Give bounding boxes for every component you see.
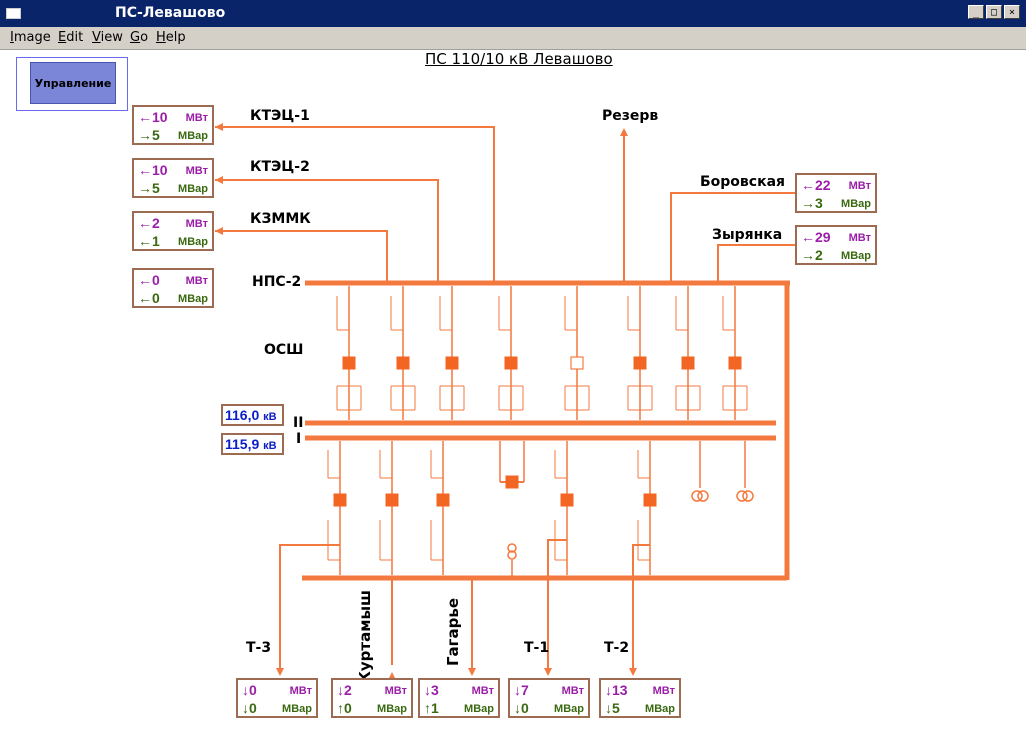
- label-kzmmk: КЗММК: [250, 211, 311, 227]
- label-kurtamysh: Куртамыш: [356, 590, 374, 684]
- label-ktec1: КТЭЦ-1: [250, 108, 310, 124]
- t1-arrow-icon: [544, 668, 552, 676]
- feed-t3-line: [279, 544, 340, 670]
- label-zyryanka: Зырянка: [712, 227, 783, 243]
- t2-arrow-icon: [629, 668, 637, 676]
- feed-zyryanka-line: [717, 244, 795, 283]
- power-box-t2: ↓13 МВт ↓5 МВар: [599, 678, 681, 718]
- ktec1-arrow-icon: [215, 123, 223, 131]
- upper-bay-breaker[interactable]: [342, 356, 356, 370]
- label-rezerv: Резерв: [602, 108, 659, 124]
- lower-bay-breaker[interactable]: [643, 493, 657, 507]
- label-borovskaya: Боровская: [700, 174, 786, 190]
- vt-icon: [697, 490, 709, 502]
- feed-ktec1-line: [215, 126, 495, 283]
- power-box-t3: ↓0 МВт ↓0 МВар: [236, 678, 318, 718]
- voltage-bus1: 115,9 кВ: [221, 433, 284, 455]
- label-ktec2: КТЭЦ-2: [250, 159, 310, 175]
- upper-bay-breaker[interactable]: [633, 356, 647, 370]
- vt-icon: [742, 490, 754, 502]
- upper-bay-breaker[interactable]: [681, 356, 695, 370]
- label-nps2: НПС-2: [252, 274, 302, 290]
- ktec2-arrow-icon: [215, 176, 223, 184]
- feed-t2-line: [632, 544, 650, 670]
- label-t1: Т-1: [524, 640, 550, 656]
- label-osh: ОСШ: [264, 342, 304, 358]
- rezerv-arrow-icon: [620, 128, 628, 136]
- label-t3: Т-3: [246, 640, 272, 656]
- power-box-ktec2: ←10 МВт →5 МВар: [132, 158, 214, 198]
- upper-bay-breaker[interactable]: [504, 356, 518, 370]
- power-box-zyryanka: ←29 МВт →2 МВар: [795, 225, 877, 265]
- power-box-kurtamysh: ↓2 МВт ↑0 МВар: [331, 678, 413, 718]
- label-t2: Т-2: [604, 640, 630, 656]
- upper-bay-breaker[interactable]: [728, 356, 742, 370]
- label-gagarye: Гагарье: [444, 598, 462, 667]
- lower-bay-breaker[interactable]: [333, 493, 347, 507]
- label-bus2: II: [293, 415, 304, 431]
- upper-bay-breaker[interactable]: [396, 356, 410, 370]
- gagarye-arrow-icon: [468, 668, 476, 676]
- power-box-borovskaya: ←22 МВт →3 МВар: [795, 173, 877, 213]
- power-box-gagarye: ↓3 МВт ↑1 МВар: [418, 678, 500, 718]
- power-box-ktec1: ←10 МВт →5 МВар: [132, 105, 214, 145]
- upper-bay-breaker[interactable]: [445, 356, 459, 370]
- lower-bay-breaker[interactable]: [560, 493, 574, 507]
- upper-bay-breaker[interactable]: [570, 356, 584, 370]
- lower-bay-breaker[interactable]: [385, 493, 399, 507]
- voltage-bus2: 116,0 кВ: [221, 404, 284, 426]
- power-box-t1: ↓7 МВт ↓0 МВар: [508, 678, 590, 718]
- power-box-nps2: ←0 МВт ←0 МВар: [132, 268, 214, 308]
- kzmmk-arrow-icon: [215, 227, 223, 235]
- lower-bay-breaker[interactable]: [436, 493, 450, 507]
- power-box-kzmmk: ←2 МВт ←1 МВар: [132, 211, 214, 251]
- t3-arrow-icon: [276, 668, 284, 676]
- sectional-breaker[interactable]: [505, 475, 519, 489]
- label-bus1: I: [296, 431, 302, 447]
